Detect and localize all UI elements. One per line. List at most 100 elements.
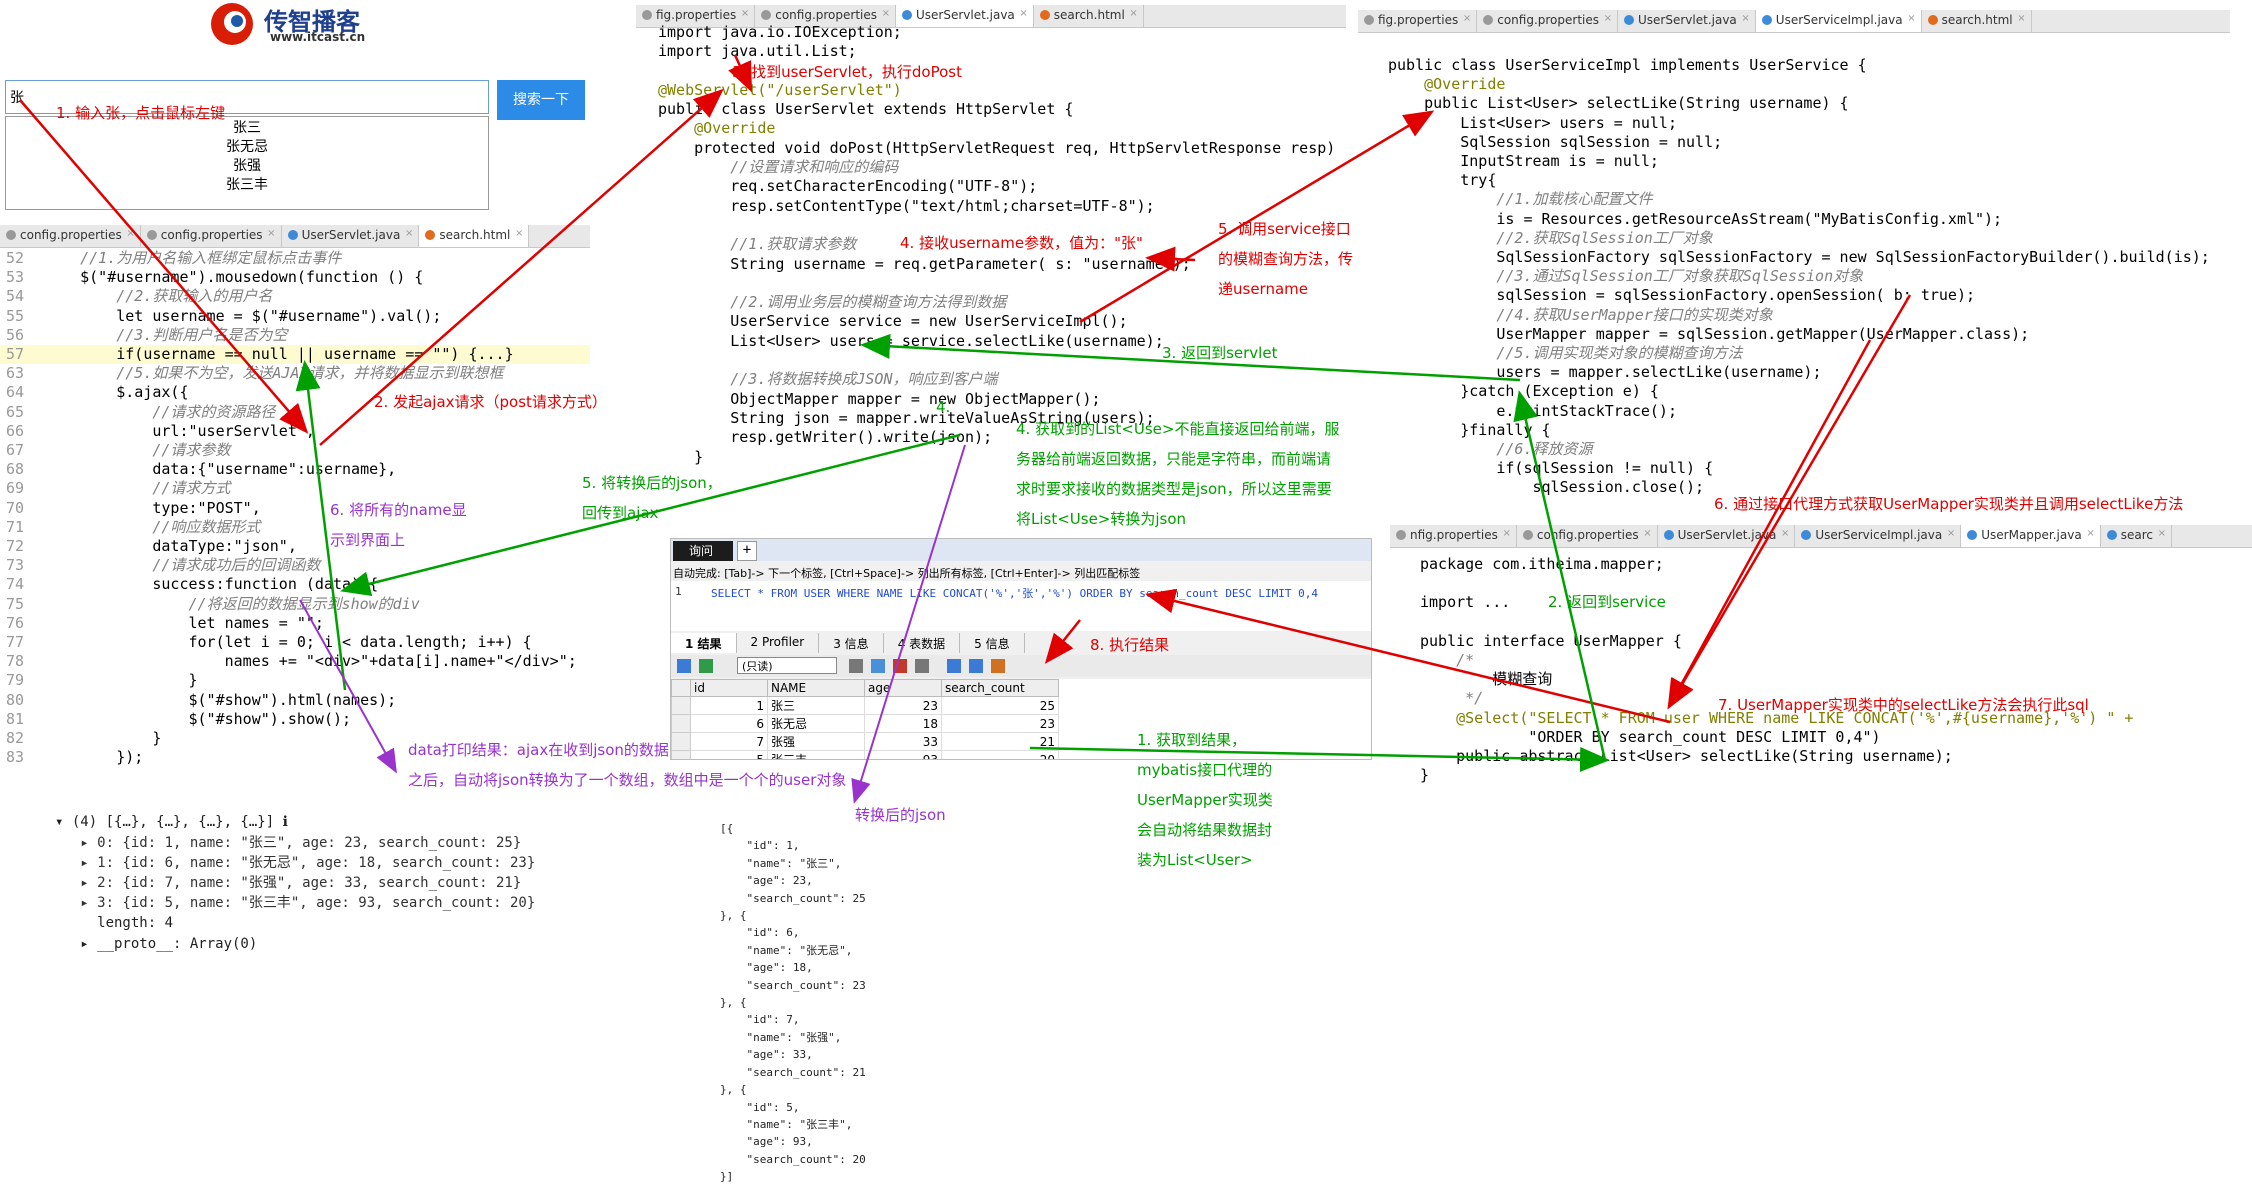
- result-tab[interactable]: 4 表数据: [884, 633, 961, 653]
- suggestion-item[interactable]: 张三丰: [6, 176, 488, 195]
- code-text: type:"POST",: [44, 498, 261, 517]
- json-line: "name": "张无忌",: [720, 943, 853, 957]
- table-row[interactable]: 1 张三 23 25: [671, 696, 1059, 715]
- json-output: [{ "id": 1, "name": "张三", "age": 23, "se…: [720, 820, 920, 1183]
- js-code: 52 //1.为用户名输入框绑定鼠标点击事件 53 $("#username").…: [0, 249, 590, 767]
- editor-tab[interactable]: search.html ×: [419, 225, 530, 247]
- table-cell[interactable]: 6: [690, 714, 768, 733]
- close-icon[interactable]: ×: [2017, 13, 2025, 24]
- code-line: UserService service = new UserServiceImp…: [658, 312, 1128, 331]
- code-line: public abstract List<User> selectLike(St…: [1420, 747, 1953, 766]
- row-checkbox[interactable]: [671, 696, 691, 715]
- console-line[interactable]: length: 4: [55, 913, 535, 933]
- code-line: req.setCharacterEncoding("UTF-8");: [658, 177, 1038, 196]
- editor-tab[interactable]: fig.properties ×: [1358, 10, 1478, 32]
- close-icon[interactable]: ×: [1129, 8, 1137, 19]
- code-line: 57 if(username == null || username == ""…: [0, 345, 590, 365]
- editor-tab[interactable]: config.properties ×: [141, 225, 282, 247]
- editor-tab[interactable]: config.properties ×: [1517, 525, 1658, 547]
- close-icon[interactable]: ×: [1781, 528, 1789, 539]
- column-header[interactable]: age: [864, 679, 942, 697]
- column-header[interactable]: NAME: [767, 679, 865, 697]
- close-icon[interactable]: ×: [126, 228, 134, 239]
- table-cell[interactable]: 1: [690, 696, 768, 715]
- close-icon[interactable]: ×: [1741, 13, 1749, 24]
- annotation-line: 将List<Use>转换为json: [1016, 510, 1187, 528]
- new-tab-button[interactable]: +: [737, 541, 757, 561]
- code-line: //1.加载核心配置文件: [1388, 190, 1653, 209]
- editor-tab[interactable]: config.properties ×: [1477, 10, 1619, 32]
- editor-tab[interactable]: UserServlet.java ×: [1618, 10, 1756, 32]
- close-icon[interactable]: ×: [1604, 13, 1612, 24]
- table-cell[interactable]: 18: [864, 714, 942, 733]
- code-line: 68 data:{"username":username},: [0, 460, 590, 479]
- line-number: 65: [6, 402, 25, 421]
- readonly-select[interactable]: (只读): [737, 657, 837, 674]
- editor-tab[interactable]: config.properties ×: [0, 225, 141, 247]
- editor-tab[interactable]: searc ×: [2101, 525, 2172, 547]
- search-button[interactable]: 搜索一下: [497, 80, 585, 120]
- close-icon[interactable]: ×: [515, 228, 523, 239]
- console-line[interactable]: ▾ (4) [{…}, {…}, {…}, {…}] ℹ: [55, 812, 535, 832]
- column-header[interactable]: search_count: [941, 679, 1059, 697]
- close-icon[interactable]: ×: [267, 228, 275, 239]
- close-icon[interactable]: ×: [1502, 528, 1510, 539]
- console-line[interactable]: ▸ 2: {id: 7, name: "张强", age: 33, search…: [55, 873, 535, 893]
- result-tab[interactable]: 3 信息: [819, 633, 884, 653]
- result-tab[interactable]: 1 结果: [671, 633, 737, 653]
- editor-tab-label: UserServlet.java: [1677, 528, 1777, 542]
- table-cell[interactable]: 21: [941, 732, 1059, 751]
- close-icon[interactable]: ×: [1643, 528, 1651, 539]
- result-tab[interactable]: 2 Profiler: [737, 633, 820, 653]
- mapper-code: package com.itheima.mapper; import ... p…: [1420, 555, 2252, 785]
- table-cell[interactable]: 23: [941, 714, 1059, 733]
- table-cell[interactable]: 93: [864, 750, 942, 759]
- code-line: if(sqlSession != null) {: [1388, 459, 1714, 478]
- close-icon[interactable]: ×: [2158, 528, 2166, 539]
- row-checkbox[interactable]: [671, 714, 691, 733]
- sql-query-tab[interactable]: 询问: [673, 541, 733, 561]
- code-line: import ...: [1420, 593, 1511, 612]
- select-all-checkbox[interactable]: [671, 679, 691, 697]
- code-text: data:{"username":username},: [44, 460, 397, 479]
- line-number: 78: [6, 652, 25, 671]
- suggestion-item[interactable]: 张无忌: [6, 138, 488, 157]
- annotation-line: 会自动将结果数据封: [1137, 821, 1273, 839]
- editor-tab[interactable]: UserServiceImpl.java ×: [1755, 10, 1922, 32]
- editor-tab[interactable]: UserServlet.java ×: [1658, 525, 1796, 547]
- table-cell[interactable]: 张三: [767, 696, 865, 715]
- close-icon[interactable]: ×: [741, 8, 749, 19]
- table-cell[interactable]: 张无忌: [767, 714, 865, 733]
- console-line[interactable]: ▸ 0: {id: 1, name: "张三", age: 23, search…: [55, 833, 535, 853]
- console-line[interactable]: ▸ 3: {id: 5, name: "张三丰", age: 93, searc…: [55, 893, 535, 913]
- editor-tab[interactable]: UserMapper.java ×: [1961, 525, 2101, 547]
- editor-tab[interactable]: search.html ×: [1922, 10, 2032, 32]
- code-line: //2.获取SqlSession工厂对象: [1388, 228, 1713, 247]
- close-icon[interactable]: ×: [882, 8, 890, 19]
- editor-tab-label: UserServiceImpl.java: [1815, 528, 1943, 542]
- close-icon[interactable]: ×: [1463, 13, 1471, 24]
- table-cell[interactable]: 33: [864, 732, 942, 751]
- column-header[interactable]: id: [690, 679, 768, 697]
- sql-editor[interactable]: 1 SELECT * FROM USER WHERE NAME LIKE CON…: [671, 581, 1371, 631]
- suggestion-item[interactable]: 张强: [6, 157, 488, 176]
- code-text: }: [44, 671, 198, 690]
- table-row[interactable]: 6 张无忌 18 23: [671, 714, 1059, 733]
- close-icon[interactable]: ×: [1019, 8, 1027, 19]
- console-line[interactable]: ▸ 1: {id: 6, name: "张无忌", age: 18, searc…: [55, 853, 535, 873]
- editor-tab[interactable]: UserServiceImpl.java ×: [1795, 525, 1962, 547]
- editor-tab[interactable]: nfig.properties ×: [1390, 525, 1517, 547]
- editor-tab[interactable]: UserServlet.java ×: [282, 225, 420, 247]
- close-icon[interactable]: ×: [2086, 528, 2094, 539]
- table-cell[interactable]: 25: [941, 696, 1059, 715]
- js-editor-tabs: config.properties × config.properties × User…: [0, 225, 590, 248]
- json-line: "name": "张三丰",: [720, 1117, 853, 1131]
- result-tab[interactable]: 5 信息: [960, 633, 1025, 653]
- close-icon[interactable]: ×: [1907, 13, 1915, 24]
- close-icon[interactable]: ×: [405, 228, 413, 239]
- console-line[interactable]: ▸ __proto__: Array(0): [55, 934, 535, 954]
- annotation-line: 求时要求接收的数据类型是json，所以这里需要: [1016, 480, 1332, 498]
- table-cell[interactable]: 23: [864, 696, 942, 715]
- close-icon[interactable]: ×: [1947, 528, 1955, 539]
- table-cell[interactable]: 20: [941, 750, 1059, 759]
